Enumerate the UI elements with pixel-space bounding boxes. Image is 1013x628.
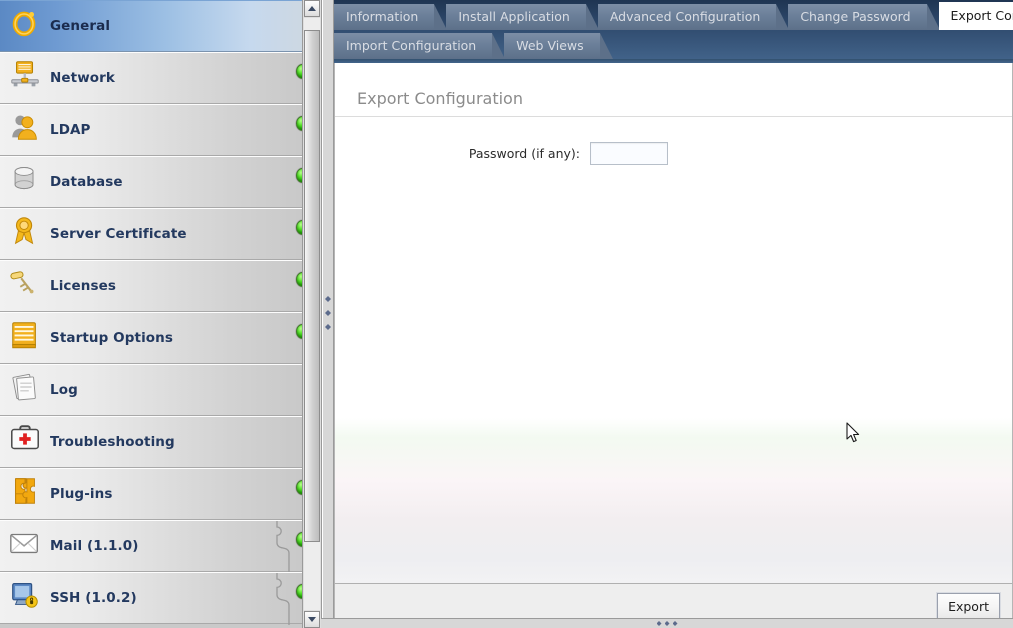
- vertical-splitter[interactable]: [322, 0, 334, 628]
- drawer-icon: [8, 318, 44, 358]
- password-form-row: Password (if any):: [335, 142, 1012, 165]
- sidebar-panel: General Network LDAP Database Server Certifi…: [0, 0, 322, 628]
- sidebar-scrollbar[interactable]: [302, 0, 321, 628]
- tab-install-application[interactable]: Install Application: [446, 4, 600, 30]
- certificate-icon: [14, 217, 34, 245]
- ssh-terminal-icon: [8, 578, 44, 618]
- key-icon: [8, 266, 44, 306]
- sidebar-item-label: Server Certificate: [50, 226, 187, 242]
- tab-import-configuration[interactable]: Import Configuration: [334, 33, 506, 59]
- splitter-grip-icon: [325, 296, 331, 330]
- mail-envelope-icon: [10, 533, 38, 554]
- sidebar-item-mail-1-1-0[interactable]: Mail (1.1.0): [0, 520, 321, 573]
- plugin-connector-icon: [275, 521, 301, 573]
- documents-icon: [8, 370, 44, 410]
- sidebar-item-label: Plug-ins: [50, 486, 113, 502]
- sidebar-item-database[interactable]: Database: [0, 156, 321, 208]
- database-icon: [8, 162, 44, 202]
- sidebar-item-label: Log: [50, 382, 78, 398]
- page-title: Export Configuration: [335, 63, 1012, 117]
- scrollbar-thumb[interactable]: [304, 30, 320, 542]
- tab-row-2: Import Configuration Web Views: [334, 30, 1013, 59]
- scroll-down-arrow-icon[interactable]: [304, 611, 320, 628]
- sidebar-item-label: Network: [50, 70, 115, 86]
- ssh-terminal-icon: [12, 583, 38, 608]
- key-icon: [10, 271, 34, 294]
- sidebar-item-server-certificate[interactable]: Server Certificate: [0, 208, 321, 260]
- sidebar-item-label: General: [50, 18, 111, 34]
- sidebar-item-label: Startup Options: [50, 330, 174, 346]
- first-aid-kit-icon: [8, 422, 44, 462]
- sidebar-item-label: LDAP: [50, 122, 91, 138]
- scroll-up-arrow-icon[interactable]: [304, 0, 320, 17]
- first-aid-kit-icon: [11, 425, 39, 450]
- mail-envelope-icon: [8, 526, 44, 566]
- tab-web-views[interactable]: Web Views: [504, 33, 614, 59]
- sidebar-item-plug-ins[interactable]: Plug-ins: [0, 468, 321, 520]
- network-icon: [8, 58, 44, 98]
- ring-icon: [8, 6, 44, 46]
- certificate-icon: [8, 214, 44, 254]
- sidebar-item-general[interactable]: General: [0, 0, 321, 52]
- sidebar-item-log[interactable]: Log: [0, 364, 321, 416]
- sidebar-item-startup-options[interactable]: Startup Options: [0, 312, 321, 364]
- sidebar-item-network[interactable]: Network: [0, 52, 321, 104]
- sidebar-item-label: Licenses: [50, 278, 117, 294]
- password-input[interactable]: [590, 142, 668, 165]
- tab-information[interactable]: Information: [334, 4, 448, 30]
- sidebar-item-label: Database: [50, 174, 123, 190]
- horizontal-splitter[interactable]: [321, 618, 1013, 628]
- database-icon: [14, 167, 34, 190]
- sidebar-item-ldap[interactable]: LDAP: [0, 104, 321, 156]
- network-icon: [11, 61, 39, 87]
- sidebar-item-label: SSH (1.0.2): [50, 590, 137, 606]
- users-icon: [12, 115, 37, 140]
- documents-icon: [12, 373, 36, 401]
- password-label: Password (if any):: [468, 146, 580, 161]
- sidebar-item-list: General Network LDAP Database Server Certifi…: [0, 0, 321, 625]
- sidebar-item-label: Troubleshooting: [50, 434, 175, 450]
- tab-advanced-configuration[interactable]: Advanced Configuration: [597, 4, 789, 30]
- puzzle-piece-icon: [14, 478, 35, 504]
- plugin-connector-icon: [275, 573, 301, 625]
- sidebar-item-label: Mail (1.1.0): [50, 538, 139, 554]
- sidebar-item-ssh-1-0-2[interactable]: SSH (1.0.2): [0, 572, 321, 625]
- export-button[interactable]: Export: [937, 592, 1000, 620]
- tab-change-password[interactable]: Change Password: [788, 4, 940, 30]
- sidebar-item-licenses[interactable]: Licenses: [0, 260, 321, 312]
- drawer-icon: [12, 322, 36, 349]
- content-area: Export Configuration Password (if any):: [334, 63, 1013, 583]
- users-icon: [8, 110, 44, 150]
- tab-row-1: Information Install Application Advanced C…: [334, 0, 1013, 30]
- ring-icon: [12, 11, 36, 37]
- tab-strip: Information Install Application Advanced C…: [334, 0, 1013, 63]
- puzzle-piece-icon: [8, 474, 44, 514]
- main-panel: Information Install Application Advanced C…: [334, 0, 1013, 628]
- tab-export-configuration[interactable]: Export Configuration: [938, 2, 1013, 30]
- sidebar-item-troubleshooting[interactable]: Troubleshooting: [0, 416, 321, 468]
- application-window: General Network LDAP Database Server Certifi…: [0, 0, 1013, 628]
- splitter-grip-icon: [656, 621, 678, 626]
